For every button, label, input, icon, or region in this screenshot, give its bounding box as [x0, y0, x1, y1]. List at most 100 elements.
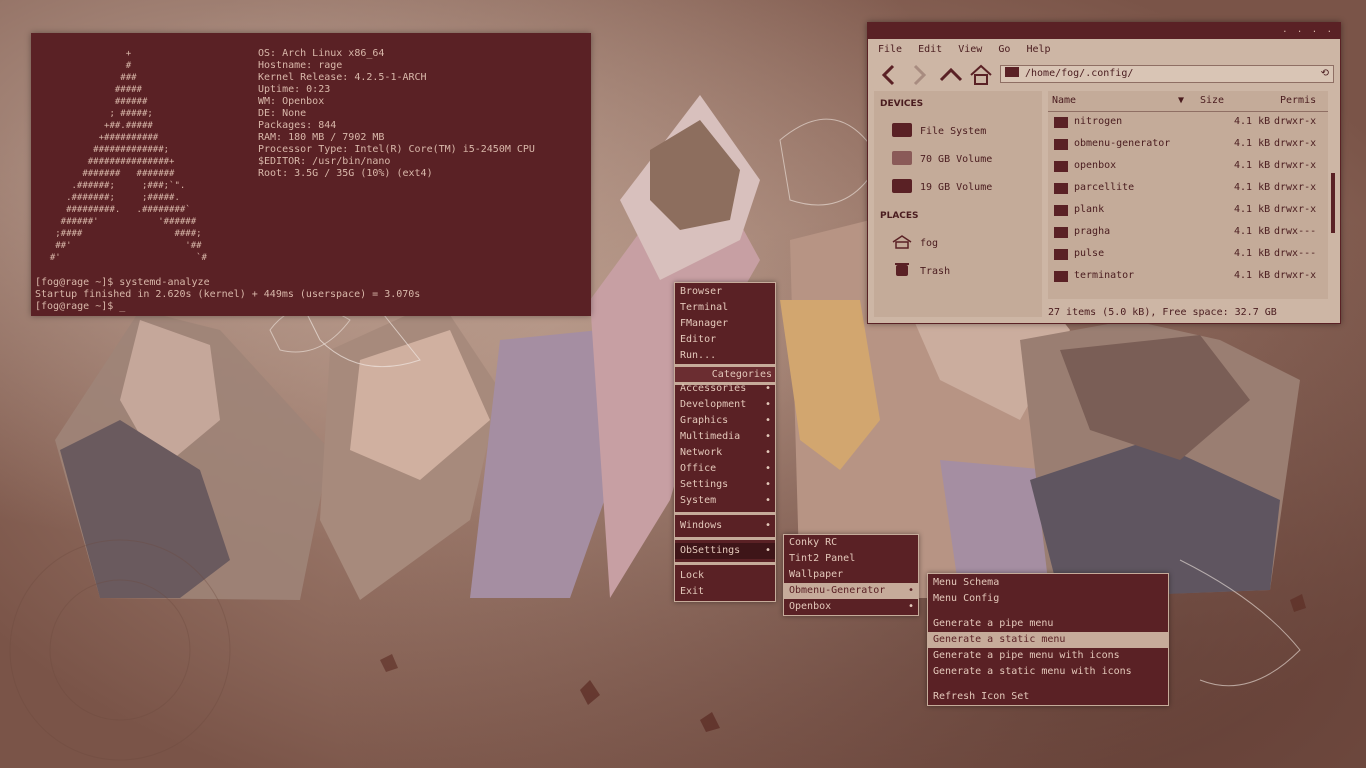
sysinfo-line: Processor Type: Intel(R) Core(TM) i5-245… — [258, 144, 535, 155]
device-file-system[interactable]: File System — [892, 123, 986, 141]
menu-item-browser[interactable]: Browser — [675, 284, 775, 300]
scrollbar[interactable] — [1331, 173, 1335, 233]
folder-icon — [1054, 139, 1068, 150]
menu-item-windows[interactable]: Windows • — [675, 518, 775, 534]
menu-separator — [675, 512, 775, 515]
menu-edit[interactable]: Edit — [918, 41, 942, 59]
menu-item-graphics[interactable]: Graphics • — [675, 413, 775, 429]
home-icon[interactable] — [968, 63, 994, 87]
menu-item-generate-static-menu-icons[interactable]: Generate a static menu with icons — [928, 664, 1168, 680]
obsettings-submenu: Conky RC Tint2 Panel Wallpaper Obmenu-Ge… — [783, 534, 919, 616]
submenu-arrow-icon: • — [764, 495, 771, 506]
submenu-arrow-icon: • — [907, 585, 914, 596]
menu-item-office[interactable]: Office • — [675, 461, 775, 477]
menu-item-editor[interactable]: Editor — [675, 332, 775, 348]
sort-down-icon[interactable]: ▼ — [1178, 91, 1184, 111]
menu-item-network[interactable]: Network • — [675, 445, 775, 461]
menu-item-conky-rc[interactable]: Conky RC — [784, 535, 918, 551]
places-header: PLACES — [880, 211, 919, 221]
menu-item-refresh-icon-set[interactable]: Refresh Icon Set — [928, 689, 1168, 705]
file-manager-window[interactable]: . . . . File Edit View Go Help /home/fog… — [867, 22, 1341, 324]
sysinfo-line: Kernel Release: 4.2.5-1-ARCH — [258, 72, 427, 83]
menu-item-settings[interactable]: Settings • — [675, 477, 775, 493]
table-row[interactable]: obmenu-generator 4.1 kB drwxr-x — [1048, 133, 1328, 155]
device-70gb[interactable]: 70 GB Volume — [892, 151, 992, 169]
terminal-window[interactable]: + # ### ##### ###### ; #####; +##.##### … — [31, 33, 591, 316]
menu-item-development[interactable]: Development • — [675, 397, 775, 413]
menu-go[interactable]: Go — [998, 41, 1010, 59]
menu-item-lock[interactable]: Lock — [675, 568, 775, 584]
terminal-prompt[interactable]: [fog@rage ~]$ _ — [35, 301, 420, 313]
window-controls[interactable]: . . . . — [1282, 25, 1334, 35]
window-titlebar[interactable]: . . . . — [868, 23, 1340, 39]
menu-help[interactable]: Help — [1026, 41, 1050, 59]
obmenu-generator-submenu: Menu Schema Menu Config Generate a pipe … — [927, 573, 1169, 706]
drive-icon — [892, 151, 912, 165]
menu-item-generate-pipe-menu[interactable]: Generate a pipe menu — [928, 616, 1168, 632]
menu-item-generate-static-menu[interactable]: Generate a static menu — [928, 632, 1168, 648]
menu-item-wallpaper[interactable]: Wallpaper — [784, 567, 918, 583]
menu-item-terminal[interactable]: Terminal — [675, 300, 775, 316]
forward-arrow-icon[interactable] — [906, 63, 932, 87]
menu-item-openbox[interactable]: Openbox • — [784, 599, 918, 615]
folder-icon — [1054, 249, 1068, 260]
root-menu: Browser Terminal FManager Editor Run... … — [674, 282, 776, 602]
submenu-arrow-icon: • — [764, 399, 771, 410]
table-row[interactable]: nitrogen 4.1 kB drwxr-x — [1048, 111, 1328, 133]
menu-item-run[interactable]: Run... — [675, 348, 775, 364]
sysinfo-line: $EDITOR: /usr/bin/nano — [258, 156, 391, 167]
submenu-arrow-icon: • — [907, 601, 914, 612]
sysinfo-line: WM: Openbox — [258, 96, 325, 107]
menu-item-menu-config[interactable]: Menu Config — [928, 591, 1168, 607]
path-bar[interactable]: /home/fog/.config/ ⟲ — [1000, 65, 1334, 83]
menu-item-exit[interactable]: Exit — [675, 584, 775, 600]
reload-icon[interactable]: ⟲ — [1321, 66, 1329, 82]
submenu-arrow-icon: • — [764, 479, 771, 490]
device-19gb[interactable]: 19 GB Volume — [892, 179, 992, 197]
folder-icon — [1005, 67, 1019, 77]
table-row[interactable]: terminator 4.1 kB drwxr-x — [1048, 265, 1328, 287]
sysinfo-line: Root: 3.5G / 35G (10%) (ext4) — [258, 168, 433, 179]
table-row[interactable]: pragha 4.1 kB drwx--- — [1048, 221, 1328, 243]
file-list[interactable]: Name ▼ Size Permis nitrogen 4.1 kB drwxr-x… — [1048, 91, 1328, 299]
menu-item-system[interactable]: System • — [675, 493, 775, 509]
table-row[interactable]: plank 4.1 kB drwxr-x — [1048, 199, 1328, 221]
menu-item-fmanager[interactable]: FManager — [675, 316, 775, 332]
toolbar: /home/fog/.config/ ⟲ — [876, 63, 1334, 87]
sysinfo-line: DE: None — [258, 108, 307, 119]
table-row[interactable]: pulse 4.1 kB drwx--- — [1048, 243, 1328, 265]
menu-item-menu-schema[interactable]: Menu Schema — [928, 575, 1168, 591]
menu-view[interactable]: View — [958, 41, 982, 59]
table-row[interactable]: openbox 4.1 kB drwxr-x — [1048, 155, 1328, 177]
submenu-arrow-icon: • — [764, 545, 771, 556]
menu-bar: File Edit View Go Help — [868, 41, 1051, 59]
submenu-arrow-icon: • — [764, 463, 771, 474]
menu-item-obmenu-generator[interactable]: Obmenu-Generator • — [784, 583, 918, 599]
submenu-arrow-icon: • — [764, 431, 771, 442]
menu-file[interactable]: File — [878, 41, 902, 59]
menu-separator — [675, 537, 775, 540]
back-arrow-icon[interactable] — [876, 63, 902, 87]
menu-item-accessories[interactable]: Accessories • — [675, 381, 775, 397]
column-perms[interactable]: Permis — [1280, 91, 1316, 111]
column-name[interactable]: Name — [1052, 91, 1076, 111]
path-text: /home/fog/.config/ — [1025, 68, 1134, 79]
table-row[interactable]: parcellite 4.1 kB drwxr-x — [1048, 177, 1328, 199]
menu-item-tint2-panel[interactable]: Tint2 Panel — [784, 551, 918, 567]
menu-item-multimedia[interactable]: Multimedia • — [675, 429, 775, 445]
up-arrow-icon[interactable] — [938, 63, 964, 87]
categories-header: Categories — [675, 367, 775, 382]
column-size[interactable]: Size — [1200, 91, 1224, 111]
home-icon — [892, 235, 912, 249]
terminal-output[interactable]: [fog@rage ~]$ systemd-analyze Startup fi… — [35, 277, 420, 313]
menu-item-generate-pipe-menu-icons[interactable]: Generate a pipe menu with icons — [928, 648, 1168, 664]
submenu-arrow-icon: • — [764, 520, 771, 531]
sidebar: DEVICES File System 70 GB Volume 19 GB V… — [874, 91, 1042, 317]
place-trash[interactable]: Trash — [892, 263, 950, 281]
terminal-line: [fog@rage ~]$ systemd-analyze — [35, 277, 210, 288]
place-fog[interactable]: fog — [892, 235, 938, 253]
devices-header: DEVICES — [880, 99, 924, 109]
drive-icon — [892, 123, 912, 137]
menu-item-obsettings[interactable]: ObSettings • — [675, 543, 775, 559]
menu-separator — [675, 562, 775, 565]
